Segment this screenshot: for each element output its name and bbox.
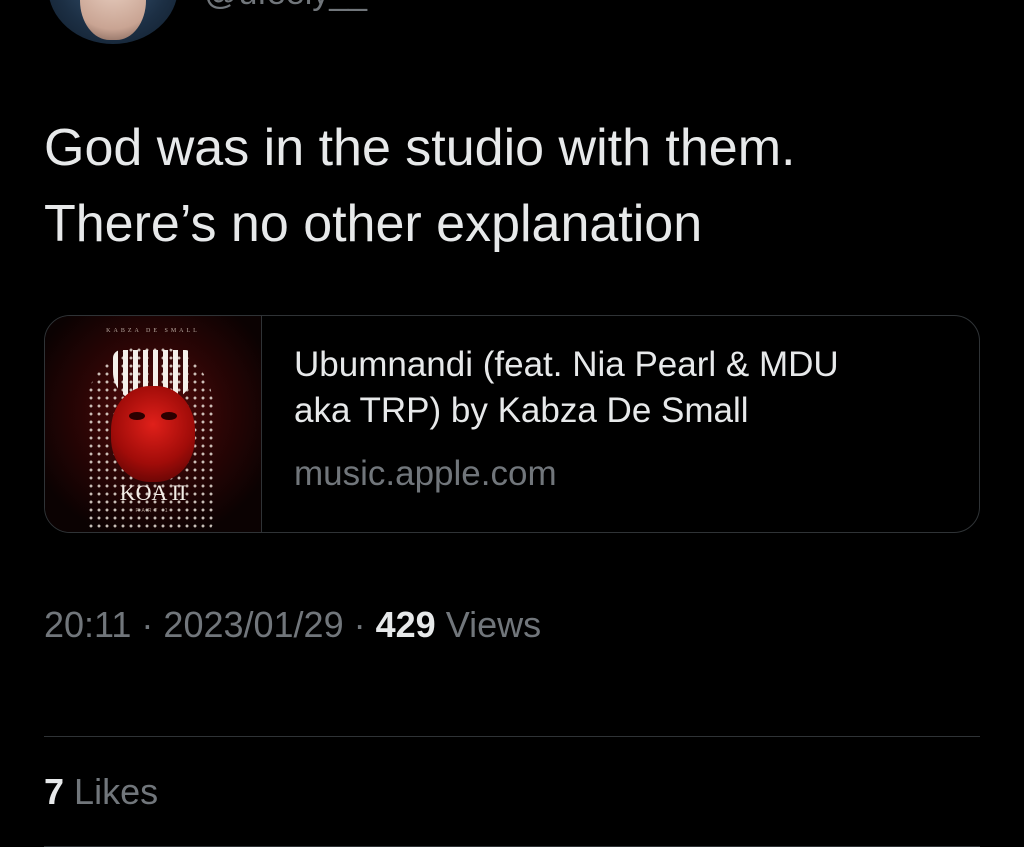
card-title[interactable]: Ubumnandi (feat. Nia Pearl & MDU aka TRP… [294,342,954,434]
divider [44,736,980,737]
meta-separator: · [131,604,164,645]
author-avatar[interactable] [48,0,178,44]
author-handle[interactable]: @ufeely__ [204,0,367,13]
album-cover-image: KABZA DE SMALL KOA II PART 1 [45,316,262,532]
tweet-text: God was in the studio with them. There’s… [44,110,994,262]
card-title-line: Ubumnandi (feat. Nia Pearl & MDU [294,345,839,384]
link-preview-card[interactable]: KABZA DE SMALL KOA II PART 1 Ubumnandi (… [44,315,980,533]
cover-face [111,386,195,482]
tweet-text-line: There’s no other explanation [44,195,703,253]
views-label: Views [445,604,542,645]
meta-separator: · [343,604,376,645]
avatar-face [80,0,146,40]
tweet-meta: 20:11 · 2023/01/29 · 429 Views [44,604,541,646]
cover-artist-text: KABZA DE SMALL [106,328,200,334]
cover-album-title: KOA II [119,480,187,505]
views-count: 429 [375,604,436,645]
card-title-line: aka TRP) by Kabza De Small [294,391,749,430]
tweet-time[interactable]: 20:11 [44,604,131,645]
cover-part-text: PART 1 [135,508,171,514]
likes-count: 7 [44,771,65,812]
tweet-date[interactable]: 2023/01/29 [163,604,343,645]
likes-label: Likes [74,771,159,812]
tweet-text-line: God was in the studio with them. [44,119,796,177]
card-domain: music.apple.com [294,454,557,493]
likes-stat[interactable]: 7 Likes [44,771,158,813]
